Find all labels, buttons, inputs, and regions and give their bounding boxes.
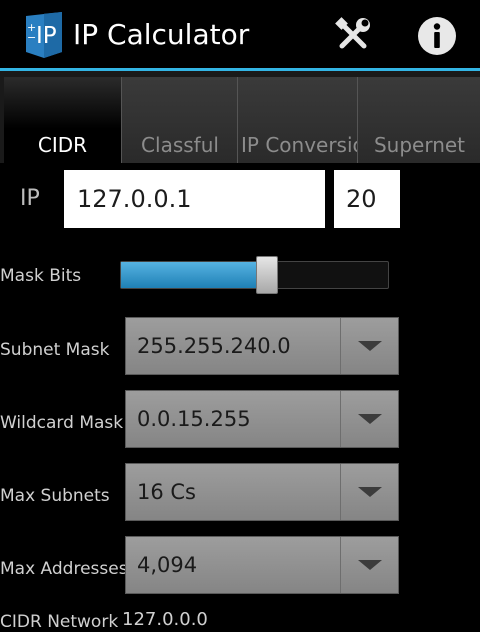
wildcard-mask-label: Wildcard Mask	[0, 413, 124, 433]
slider-thumb[interactable]	[256, 256, 278, 294]
tab-label: IP Conversion	[241, 133, 358, 157]
chevron-down-icon	[358, 341, 382, 351]
app-title: IP Calculator	[73, 18, 250, 51]
chevron-down-icon	[358, 414, 382, 424]
spinner-divider	[340, 391, 341, 447]
app-logo-icon: + − IP	[26, 12, 62, 58]
chevron-down-icon	[358, 487, 382, 497]
max-subnets-value: 16 Cs	[137, 480, 197, 504]
slider-fill	[121, 262, 268, 288]
max-subnets-spinner[interactable]: 16 Cs	[125, 463, 399, 521]
subnet-mask-label: Subnet Mask	[0, 340, 110, 360]
cidr-network-label: CIDR Network	[0, 612, 119, 632]
max-addresses-spinner[interactable]: 4,094	[125, 536, 399, 594]
tools-icon[interactable]	[334, 16, 372, 54]
spinner-divider	[340, 537, 341, 593]
tab-bar: CIDR Classful IP Conversion Supernet	[0, 71, 480, 163]
mask-bits-input[interactable]: 20	[334, 170, 400, 228]
mask-bits-slider[interactable]	[120, 261, 389, 289]
tab-classful[interactable]: Classful	[121, 77, 238, 163]
spinner-divider	[340, 464, 341, 520]
subnet-mask-spinner[interactable]: 255.255.240.0	[125, 317, 399, 375]
wildcard-mask-spinner[interactable]: 0.0.15.255	[125, 390, 399, 448]
tab-label: CIDR	[37, 133, 88, 157]
chevron-down-icon	[358, 560, 382, 570]
max-addresses-label: Max Addresses	[0, 559, 128, 579]
tab-supernet[interactable]: Supernet	[357, 77, 480, 163]
max-addresses-value: 4,094	[137, 553, 198, 577]
spinner-divider	[340, 318, 341, 374]
tab-label: Supernet	[373, 133, 466, 157]
ip-label: IP	[20, 186, 40, 211]
subnet-mask-value: 255.255.240.0	[137, 334, 291, 358]
action-bar: + − IP IP Calculator	[0, 0, 480, 68]
max-subnets-label: Max Subnets	[0, 486, 110, 506]
tab-cidr[interactable]: CIDR	[4, 77, 121, 163]
tab-ip-conversion[interactable]: IP Conversion	[237, 77, 358, 163]
logo-text: IP	[36, 23, 57, 49]
tab-label: Classful	[141, 133, 219, 157]
cidr-network-value: 127.0.0.0	[122, 609, 208, 630]
svg-text:−: −	[27, 31, 36, 44]
info-icon[interactable]	[416, 15, 458, 57]
mask-bits-label: Mask Bits	[0, 266, 82, 286]
wildcard-mask-value: 0.0.15.255	[137, 407, 251, 431]
ip-address-input[interactable]: 127.0.0.1	[64, 170, 325, 228]
